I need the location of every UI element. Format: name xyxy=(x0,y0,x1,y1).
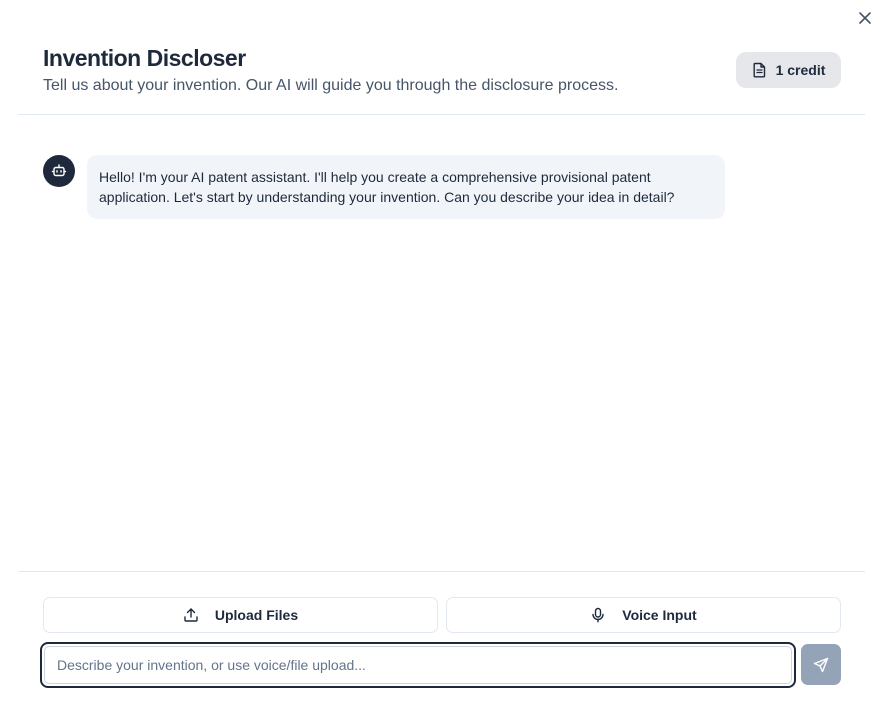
credit-badge: 1 credit xyxy=(736,52,841,88)
assistant-avatar xyxy=(43,155,75,187)
message-list: Hello! I'm your AI patent assistant. I'l… xyxy=(18,115,865,571)
message-input[interactable] xyxy=(44,646,792,684)
document-icon xyxy=(752,62,767,78)
upload-files-button[interactable]: Upload Files xyxy=(43,597,438,633)
send-button[interactable] xyxy=(801,644,841,685)
dialog-header: Invention Discloser Tell us about your i… xyxy=(18,0,865,115)
message-input-wrapper xyxy=(40,642,796,688)
upload-files-label: Upload Files xyxy=(215,607,298,623)
chat-footer: Upload Files Voice Input xyxy=(18,571,865,725)
send-icon xyxy=(813,657,829,673)
microphone-icon xyxy=(590,607,606,623)
voice-input-button[interactable]: Voice Input xyxy=(446,597,841,633)
invention-discloser-dialog: Invention Discloser Tell us about your i… xyxy=(0,0,882,725)
page-title: Invention Discloser xyxy=(43,45,246,72)
page-subtitle: Tell us about your invention. Our AI wil… xyxy=(43,77,618,95)
bot-icon xyxy=(51,163,67,179)
credit-label: 1 credit xyxy=(776,62,826,78)
assistant-message: Hello! I'm your AI patent assistant. I'l… xyxy=(87,155,725,219)
voice-input-label: Voice Input xyxy=(622,607,696,623)
upload-icon xyxy=(183,607,199,623)
